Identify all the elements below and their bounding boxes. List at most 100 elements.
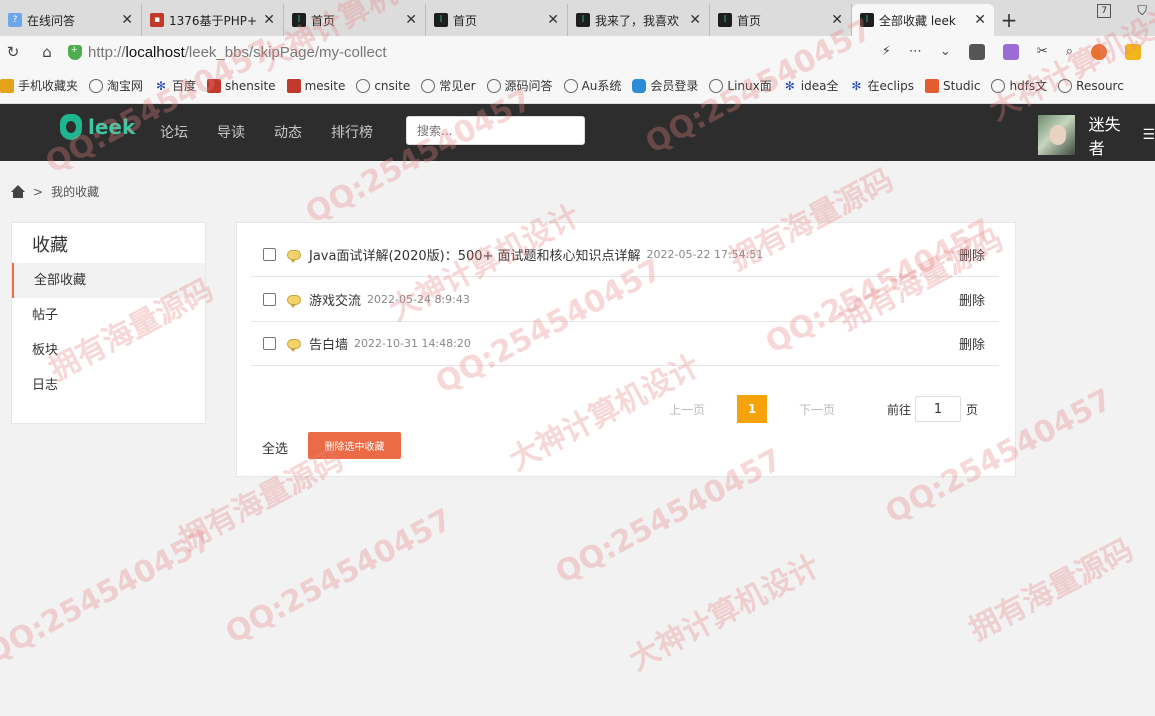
translate-icon[interactable] xyxy=(1002,44,1019,60)
close-tab-icon[interactable]: ✕ xyxy=(263,12,275,28)
home-icon[interactable] xyxy=(11,184,25,199)
search-icon[interactable]: ⌕ xyxy=(1066,44,1073,60)
sidebar-item-logs[interactable]: 日志 xyxy=(12,368,205,403)
nav-forum[interactable]: 论坛 xyxy=(160,122,188,142)
more-icon[interactable]: ⋯ xyxy=(909,44,922,60)
sidebar-item-posts[interactable]: 帖子 xyxy=(12,298,205,333)
bookmark[interactable]: 淘宝网 xyxy=(89,77,143,94)
bookmark[interactable]: ✻ 在eclips xyxy=(849,77,914,94)
delete-link[interactable]: 删除 xyxy=(959,245,985,264)
site-logo[interactable]: leek xyxy=(60,114,135,140)
leek-icon: l xyxy=(434,13,448,27)
bookmark[interactable]: ✻ idea全 xyxy=(783,77,839,94)
sidebar-item-all[interactable]: 全部收藏 xyxy=(12,263,205,298)
reload-icon[interactable]: ↻ xyxy=(0,43,26,61)
item-time: 2022-05-22 17:54:51 xyxy=(646,248,764,261)
prev-page-button[interactable]: 上一页 xyxy=(669,401,705,418)
item-title[interactable]: 告白墙 xyxy=(309,334,348,353)
close-tab-icon[interactable]: ✕ xyxy=(831,12,843,28)
tab-counter-badge[interactable]: 7 xyxy=(1097,4,1112,18)
tab-title: 在线问答 xyxy=(27,13,76,28)
delete-selected-button[interactable]: 删除选中收藏 xyxy=(308,432,401,459)
url-host: localhost xyxy=(125,43,185,61)
watermark-text: QQ:254540457 xyxy=(0,522,218,671)
item-checkbox[interactable] xyxy=(263,337,276,350)
next-page-button[interactable]: 下一页 xyxy=(799,401,835,418)
new-tab-button[interactable]: + xyxy=(994,4,1024,36)
globe-icon xyxy=(991,78,1006,93)
comment-bubble-icon xyxy=(287,294,301,308)
shirt-icon[interactable]: ⛉ xyxy=(1137,4,1147,19)
scissors-icon[interactable]: ✂ xyxy=(1037,44,1048,60)
globe-icon xyxy=(563,78,578,93)
item-title[interactable]: Java面试详解(2020版)：500+ 面试题和核心知识点详解 xyxy=(309,245,641,264)
browser-tab[interactable]: l 首页 ✕ xyxy=(284,4,426,36)
qa-icon: ? xyxy=(8,13,22,27)
user-menu[interactable]: 迷失者 ☰ xyxy=(1038,111,1155,159)
close-tab-icon[interactable]: ✕ xyxy=(547,12,559,28)
browser-tab-active[interactable]: l 全部收藏 leek ✕ xyxy=(852,4,994,36)
delete-link[interactable]: 删除 xyxy=(959,334,985,353)
shield-extension-icon[interactable] xyxy=(1125,44,1141,60)
sidebar-item-boards[interactable]: 板块 xyxy=(12,333,205,368)
bookmark[interactable]: Linux面 xyxy=(709,77,772,94)
bookmark[interactable]: cnsite xyxy=(356,78,410,93)
globe-icon xyxy=(356,78,371,93)
page-number-input[interactable]: 1 xyxy=(915,396,962,422)
bookmark[interactable]: shensite xyxy=(207,78,276,93)
bookmark-label: Studic xyxy=(942,78,981,93)
browser-tab[interactable]: l 首页 ✕ xyxy=(710,4,852,36)
close-tab-icon[interactable]: ✕ xyxy=(974,12,986,28)
browser-tab[interactable]: ▪ 1376基于PHP+ ✕ xyxy=(142,4,284,36)
url-scheme: http:// xyxy=(88,43,126,61)
bookmark[interactable]: Resourc xyxy=(1058,78,1124,93)
bookmark-label: shensite xyxy=(225,78,276,93)
home-icon[interactable]: ⌂ xyxy=(34,43,60,61)
bookmark[interactable]: mesite xyxy=(286,78,345,93)
leek-icon: l xyxy=(860,13,874,27)
username[interactable]: 迷失者 xyxy=(1089,111,1133,159)
bookmark[interactable]: 会员登录 xyxy=(632,77,698,94)
browser-tab[interactable]: l 首页 ✕ xyxy=(426,4,568,36)
browser-tab[interactable]: ? 在线问答 ✕ xyxy=(0,4,142,36)
collection-sidebar: 收藏 全部收藏 帖子 板块 日志 xyxy=(11,222,206,424)
close-tab-icon[interactable]: ✕ xyxy=(405,12,417,28)
current-page[interactable]: 1 xyxy=(737,395,768,423)
bookmark[interactable]: 手机收藏夹 xyxy=(0,77,78,94)
bookmark-label: 会员登录 xyxy=(650,79,699,93)
bookmark[interactable]: 常见er xyxy=(421,77,476,94)
nav-guide[interactable]: 导读 xyxy=(217,122,245,142)
close-tab-icon[interactable]: ✕ xyxy=(689,12,701,28)
tab-title: 全部收藏 leek xyxy=(879,13,956,28)
url-field[interactable]: http://localhost/leek_bbs/skipPage/my-co… xyxy=(68,40,938,64)
red-square-icon xyxy=(286,78,301,93)
avatar[interactable] xyxy=(1038,115,1075,155)
bookmark[interactable]: Studic xyxy=(924,78,981,93)
nav-ranking[interactable]: 排行榜 xyxy=(331,122,373,142)
delete-link[interactable]: 删除 xyxy=(959,290,985,309)
chevron-down-icon[interactable]: ⌄ xyxy=(940,44,951,60)
item-title[interactable]: 游戏交流 xyxy=(309,290,361,309)
bookmark[interactable]: Au系统 xyxy=(563,77,621,94)
search-input[interactable] xyxy=(406,116,585,145)
nav-activity[interactable]: 动态 xyxy=(274,122,302,142)
leek-icon: l xyxy=(576,13,590,27)
extension-icon[interactable] xyxy=(1091,44,1107,60)
menu-icon[interactable]: ☰ xyxy=(1142,127,1155,143)
red-square-icon: ▪ xyxy=(150,13,164,27)
watermark-text: 大神计算机设计 xyxy=(623,548,826,678)
item-time: 2022-05-24 8:9:43 xyxy=(367,293,470,306)
browser-tab[interactable]: l 我来了，我喜欢 ✕ xyxy=(568,4,710,36)
paw-icon: ✻ xyxy=(851,78,862,93)
bookmark[interactable]: ✻ 百度 xyxy=(154,77,196,94)
lightning-icon[interactable]: ⚡ xyxy=(882,44,891,60)
close-tab-icon[interactable]: ✕ xyxy=(121,12,133,28)
reader-icon[interactable] xyxy=(968,44,985,60)
select-all-button[interactable]: 全选 xyxy=(262,438,288,457)
bookmark[interactable]: 源码问答 xyxy=(486,77,553,94)
item-checkbox[interactable] xyxy=(263,248,276,261)
bookmark[interactable]: hdfs文 xyxy=(991,77,1047,94)
item-checkbox[interactable] xyxy=(263,293,276,306)
watermark-text: QQ:254540457 xyxy=(220,502,458,651)
globe-icon xyxy=(1058,78,1073,93)
